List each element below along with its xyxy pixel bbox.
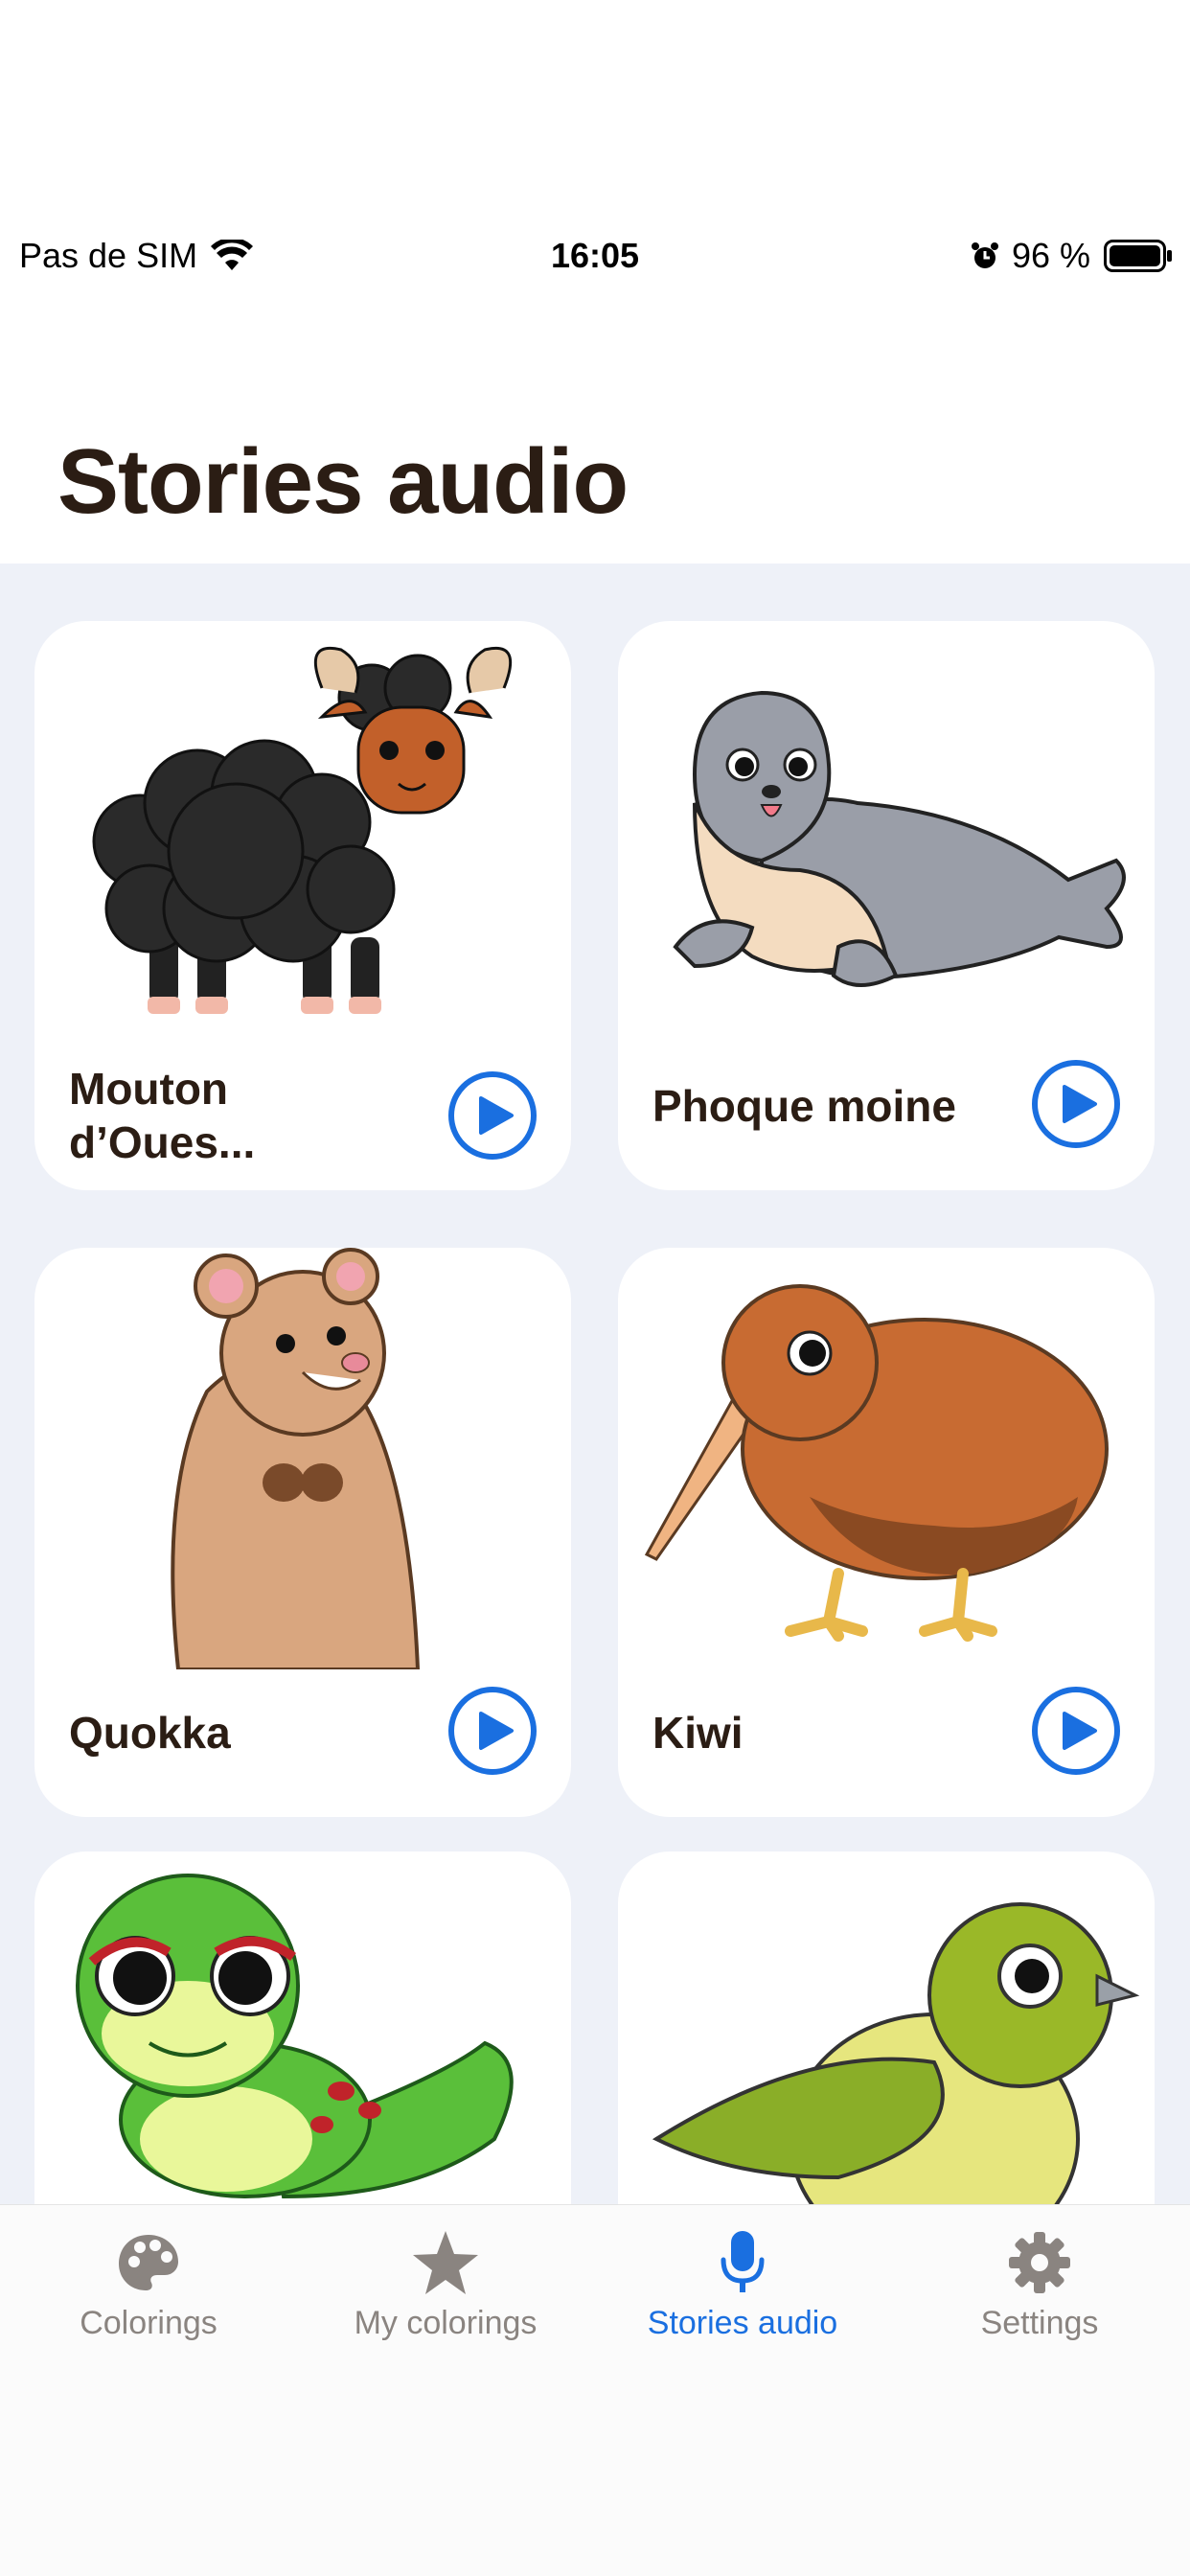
battery-group: 96 %	[970, 236, 1173, 276]
tab-label: My colorings	[354, 2305, 538, 2341]
play-button[interactable]	[1032, 1687, 1120, 1775]
black-sheep-illustration	[92, 647, 513, 1014]
story-card[interactable]: Kiwi	[618, 1248, 1155, 1817]
play-button[interactable]	[1032, 1060, 1120, 1148]
play-icon	[1063, 1085, 1097, 1123]
play-button[interactable]	[448, 1687, 537, 1775]
tab-bar: Colorings My colorings Stories audio Set…	[0, 2204, 1190, 2576]
alarm-icon	[971, 242, 998, 268]
story-title: Mouton d’Oues...	[69, 1062, 255, 1169]
tab-label: Stories audio	[647, 2305, 838, 2341]
story-card[interactable]: Phoque moine	[618, 621, 1155, 1190]
tab-stories-audio[interactable]: Stories audio	[594, 2224, 891, 2342]
green-bird-illustration	[652, 1902, 1140, 2204]
battery-icon	[1104, 240, 1172, 272]
monk-seal-illustration	[673, 690, 1126, 987]
palette-icon	[119, 2235, 178, 2290]
play-icon	[479, 1096, 514, 1135]
gecko-illustration	[76, 1874, 514, 2199]
kiwi-bird-illustration	[644, 1284, 1109, 1642]
page-title: Stories audio	[57, 430, 629, 533]
stories-grid[interactable]: Mouton d’Oues... Phoque moine Quokka Kiw…	[0, 564, 1190, 2204]
tab-colorings[interactable]: Colorings	[0, 2224, 297, 2342]
story-title: Kiwi	[652, 1708, 744, 1758]
story-title: Phoque moine	[652, 1081, 956, 1131]
story-card[interactable]: Quokka	[34, 1248, 571, 1817]
story-title-line: d’Oues...	[69, 1117, 256, 1167]
story-title-line: Mouton	[69, 1064, 229, 1114]
play-button[interactable]	[448, 1071, 537, 1160]
gear-icon	[1009, 2232, 1070, 2293]
tab-label: Colorings	[80, 2305, 217, 2341]
story-title: Quokka	[69, 1708, 231, 1758]
play-icon	[1063, 1712, 1097, 1750]
tab-label: Settings	[980, 2305, 1099, 2341]
story-card[interactable]	[34, 1852, 571, 2204]
star-icon	[413, 2231, 478, 2294]
tab-my-colorings[interactable]: My colorings	[297, 2224, 594, 2342]
story-card[interactable]: Mouton d’Oues...	[34, 621, 571, 1190]
quokka-illustration	[171, 1248, 421, 1669]
battery-percent: 96 %	[1011, 236, 1090, 275]
tab-settings[interactable]: Settings	[891, 2224, 1188, 2342]
status-bar: Pas de SIM 16:05 96 %	[0, 228, 1190, 289]
story-card[interactable]	[618, 1852, 1155, 2204]
microphone-icon	[721, 2231, 765, 2292]
play-icon	[479, 1712, 514, 1750]
